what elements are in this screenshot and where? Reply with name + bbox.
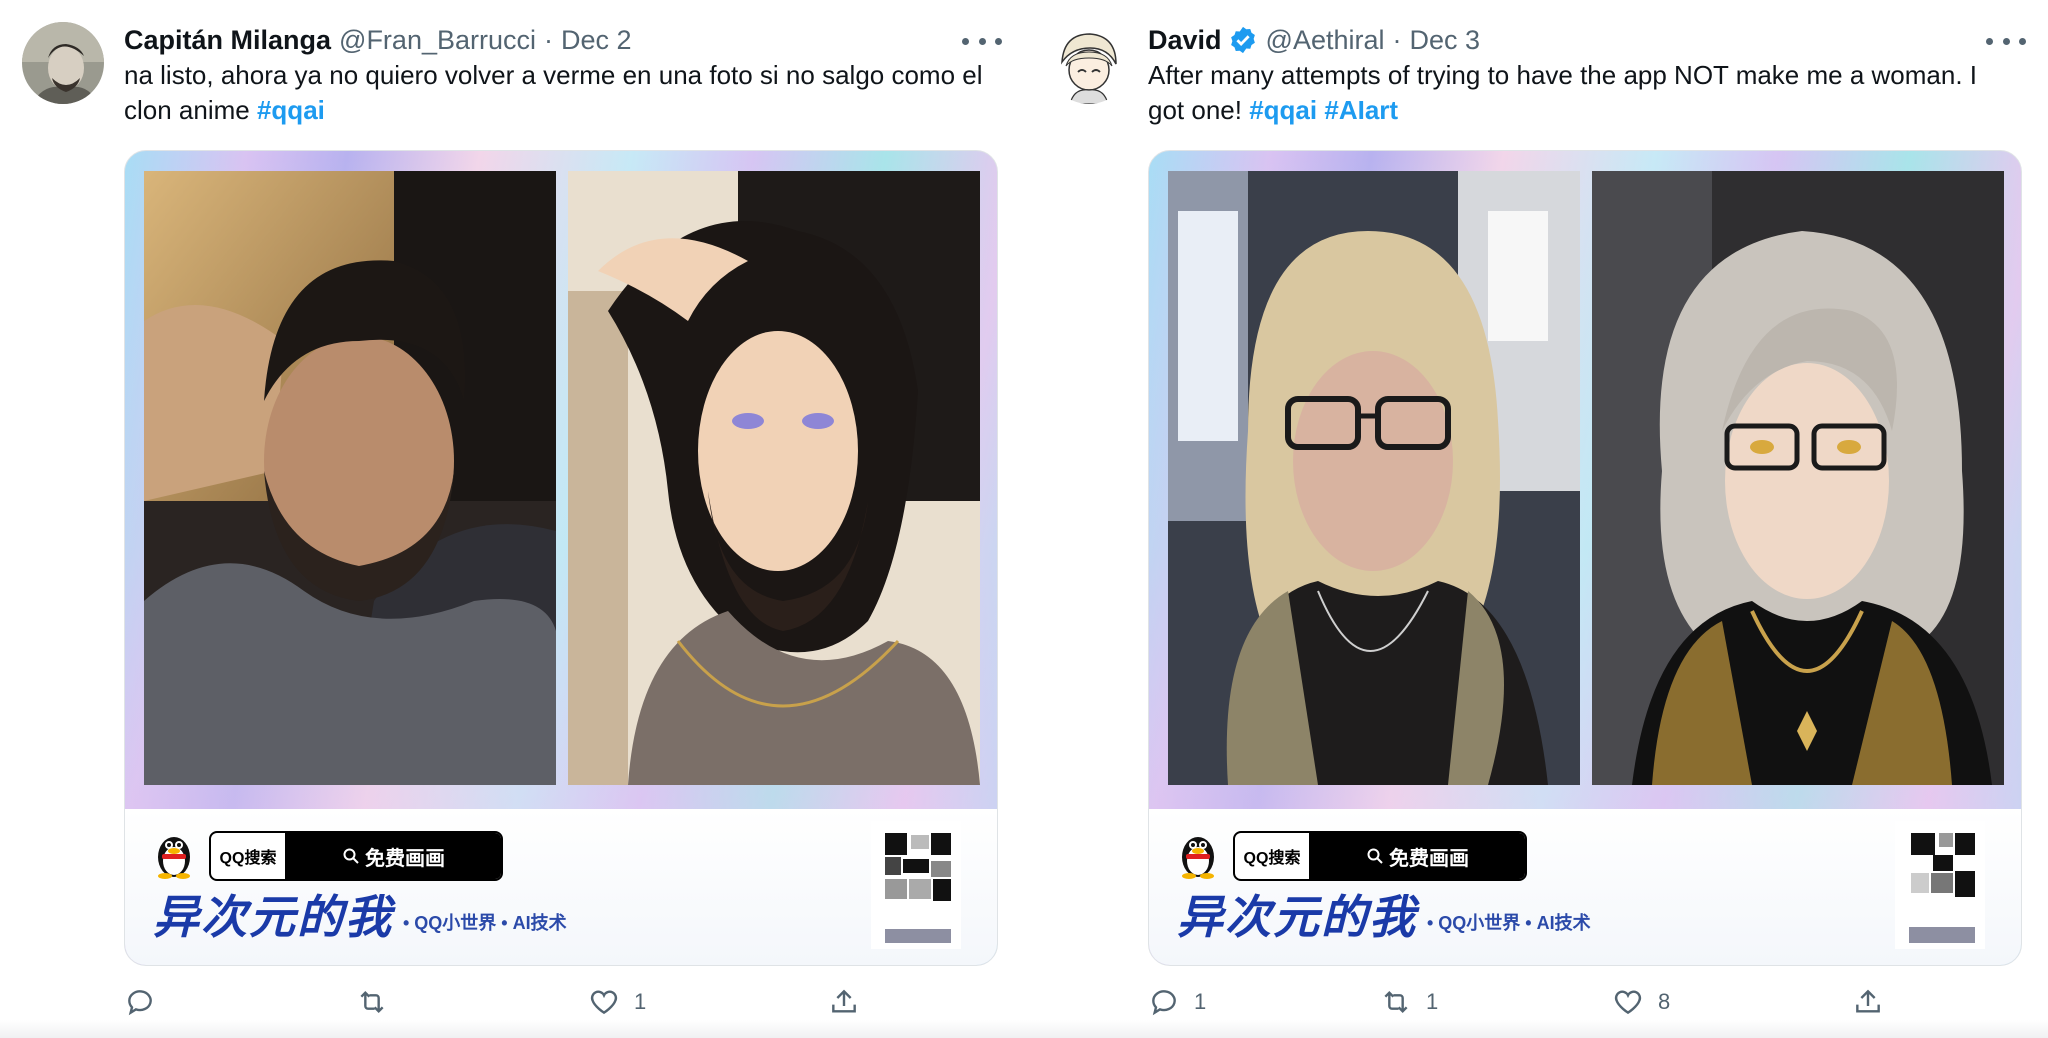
tweet-body: na listo, ahora ya no quiero volver a ve… [124,60,983,125]
brand-title: 异次元的我 [1177,891,1417,943]
author-handle[interactable]: @Fran_Barrucci [339,25,536,56]
more-icon[interactable] [962,36,1002,46]
anime-portrait [568,171,980,785]
brand-row: 异次元的我 • QQ小世界 • AI技术 [153,893,567,941]
search-icon [1367,848,1383,864]
qq-search-label: QQ搜索 [211,833,287,879]
tweet-text: na listo, ahora ya no quiero volver a ve… [124,58,994,128]
more-icon[interactable] [1986,36,2026,46]
brand-title: 异次元的我 [153,891,393,943]
tweet-media[interactable]: QQ搜索 免费画画 异次元的我 • QQ小世界 • AI技术 [124,150,998,966]
avatar[interactable] [1048,22,1130,104]
hashtag-link[interactable]: #AIart [1324,95,1398,125]
retweet-icon [356,986,388,1018]
author-name[interactable]: Capitán Milanga [124,25,331,56]
qq-search-label: QQ搜索 [1235,833,1311,879]
reply-count: 1 [1194,989,1207,1014]
verified-badge-icon [1228,25,1258,55]
separator-dot: · [544,24,553,55]
qq-penguin-icon [153,829,195,879]
card-bottom-edge [0,1020,1024,1038]
tweet-header: David @Aethiral · Dec 3 [1148,20,1480,60]
separator-dot: · [1392,24,1402,55]
share-icon [1852,986,1884,1018]
free-draw-label: 免费画画 [365,847,445,870]
tweet-card[interactable]: Capitán Milanga @Fran_Barrucci · Dec 2 n… [0,0,1024,1038]
media-banner: QQ搜索 免费画画 异次元的我 • QQ小世界 • AI技术 [125,809,997,965]
brand-subtitle: • QQ小世界 • AI技术 [1427,913,1591,933]
like-icon [1612,986,1644,1018]
reply-button[interactable] [124,982,170,1022]
tweet-card[interactable]: David @Aethiral · Dec 3 After many attem… [1024,0,2048,1038]
tweet-date[interactable]: Dec 3 [1410,25,1481,56]
share-icon [828,986,860,1018]
tweet-text: After many attempts of trying to have th… [1148,58,2018,128]
original-photo [1168,171,1580,785]
reply-icon [124,986,156,1018]
brand-row: 异次元的我 • QQ小世界 • AI技术 [1177,893,1591,941]
hashtag-link[interactable]: #qqai [257,95,325,125]
free-draw-button: 免费画画 [287,833,501,879]
hashtag-link[interactable]: #qqai [1249,95,1317,125]
share-button[interactable] [828,982,860,1022]
avatar[interactable] [22,22,104,104]
tweet-actions: 1 1 8 [1148,982,2008,1022]
retweet-button[interactable]: 1 [1380,982,1438,1022]
author-name[interactable]: David [1148,25,1222,56]
tweet-header: Capitán Milanga @Fran_Barrucci · Dec 2 [124,20,632,60]
search-icon [343,848,359,864]
like-count: 8 [1658,989,1671,1014]
anime-portrait [1592,171,2004,785]
media-banner: QQ搜索 免费画画 异次元的我 • QQ小世界 • AI技术 [1149,809,2021,965]
reply-button[interactable]: 1 [1148,982,1206,1022]
brand-subtitle: • QQ小世界 • AI技术 [403,913,567,933]
free-draw-label: 免费画画 [1389,847,1469,870]
qr-code [871,821,961,949]
qq-search-box: QQ搜索 免费画画 [209,831,503,881]
qq-search-box: QQ搜索 免费画画 [1233,831,1527,881]
tweet-media[interactable]: QQ搜索 免费画画 异次元的我 • QQ小世界 • AI技术 [1148,150,2022,966]
author-handle[interactable]: @Aethiral [1266,25,1385,56]
card-bottom-edge [1024,1020,2048,1038]
reply-icon [1148,986,1180,1018]
tweet-actions: 1 [124,982,984,1022]
free-draw-button: 免费画画 [1311,833,1525,879]
like-button[interactable]: 8 [1612,982,1670,1022]
tweet-date[interactable]: Dec 2 [561,25,632,56]
like-count: 1 [634,989,647,1014]
retweet-icon [1380,986,1412,1018]
qq-penguin-icon [1177,829,1219,879]
like-button[interactable]: 1 [588,982,646,1022]
retweet-count: 1 [1426,989,1439,1014]
share-button[interactable] [1852,982,1884,1022]
qr-code [1895,821,1985,949]
retweet-button[interactable] [356,982,402,1022]
like-icon [588,986,620,1018]
original-photo [144,171,556,785]
